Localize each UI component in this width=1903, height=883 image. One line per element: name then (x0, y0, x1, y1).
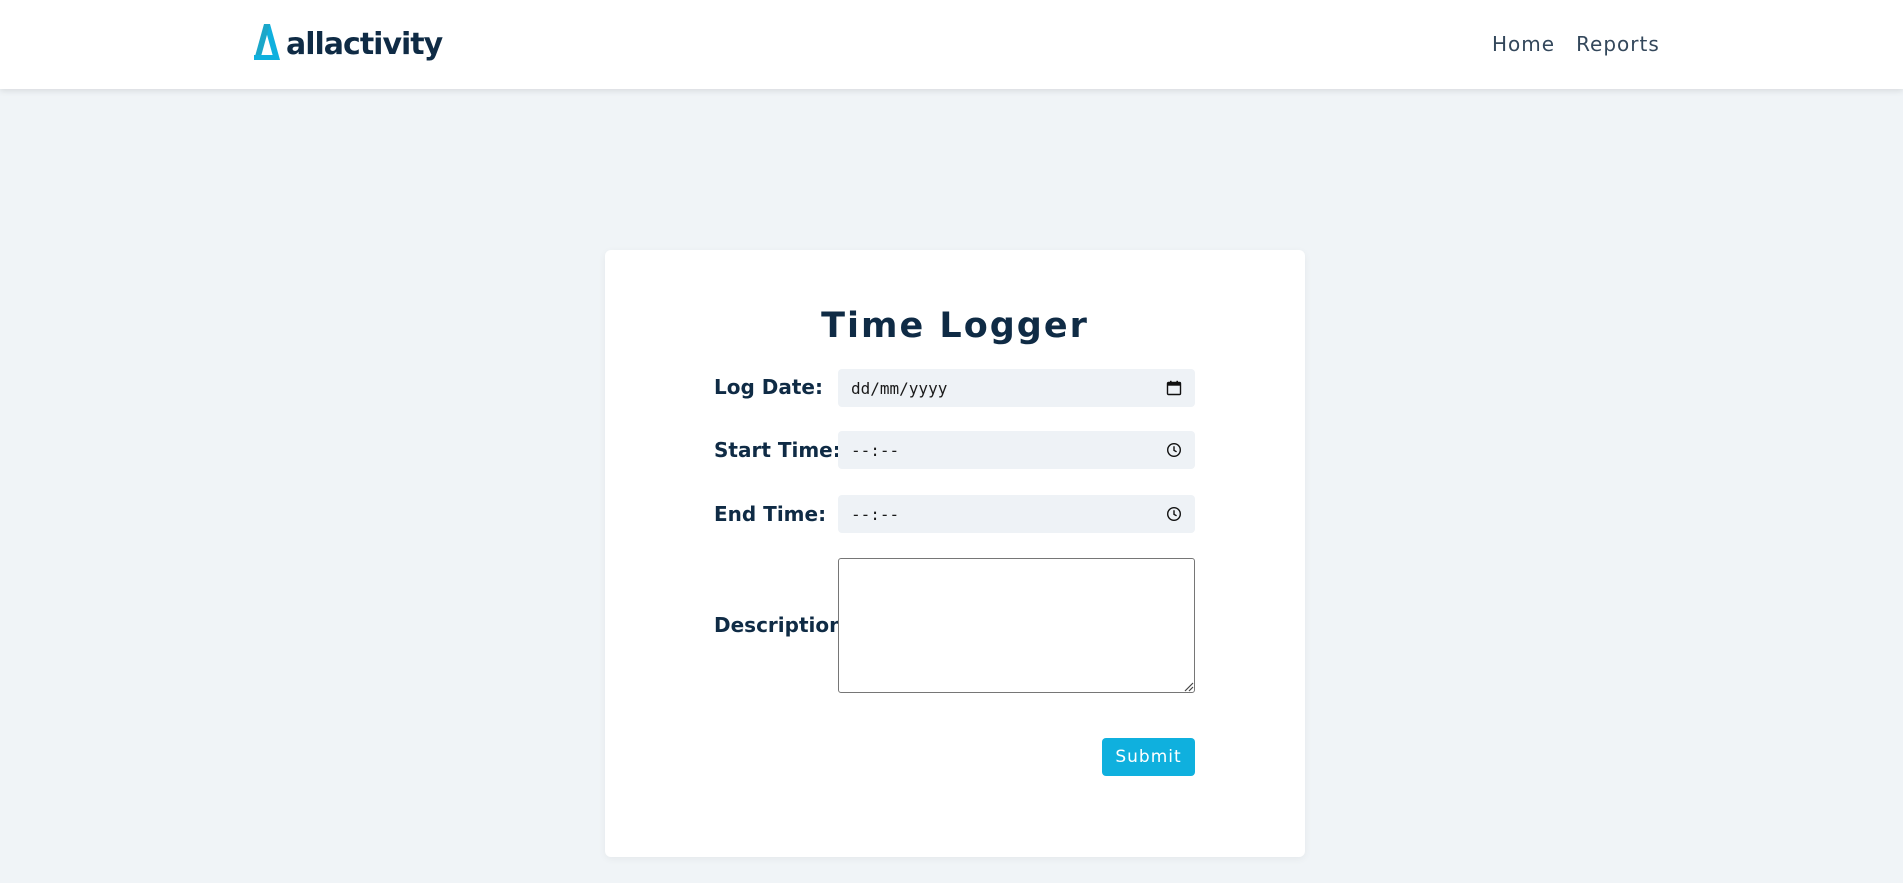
submit-button[interactable]: Submit (1102, 738, 1195, 776)
clock-icon[interactable] (1166, 442, 1182, 458)
nav-home-link[interactable]: Home (1492, 32, 1555, 56)
description-label: Description: (714, 613, 852, 637)
top-navbar: allactivity Home Reports (0, 0, 1903, 89)
nav-reports-link[interactable]: Reports (1576, 32, 1660, 56)
end-time-label: End Time: (714, 502, 827, 526)
calendar-icon[interactable] (1166, 380, 1182, 396)
start-time-label: Start Time: (714, 438, 841, 462)
brand-name: allactivity (286, 26, 443, 62)
end-time-input[interactable]: --:-- (838, 495, 1195, 533)
time-logger-card: Time Logger Log Date: dd/mm/yyyy Start T… (605, 250, 1305, 857)
start-time-input[interactable]: --:-- (838, 431, 1195, 469)
log-date-input[interactable]: dd/mm/yyyy (838, 369, 1195, 407)
resize-handle-icon[interactable] (1183, 681, 1194, 692)
log-date-placeholder: dd/mm/yyyy (851, 378, 948, 398)
brand-logo-link[interactable]: allactivity (250, 23, 443, 65)
page-title: Time Logger (821, 306, 1089, 346)
start-time-placeholder: --:-- (851, 440, 900, 460)
main-nav: Home Reports (1492, 32, 1660, 56)
allactivity-logo-icon (254, 24, 280, 60)
description-textarea[interactable] (838, 558, 1195, 693)
end-time-placeholder: --:-- (851, 504, 900, 524)
clock-icon[interactable] (1166, 506, 1182, 522)
log-date-label: Log Date: (714, 375, 823, 399)
